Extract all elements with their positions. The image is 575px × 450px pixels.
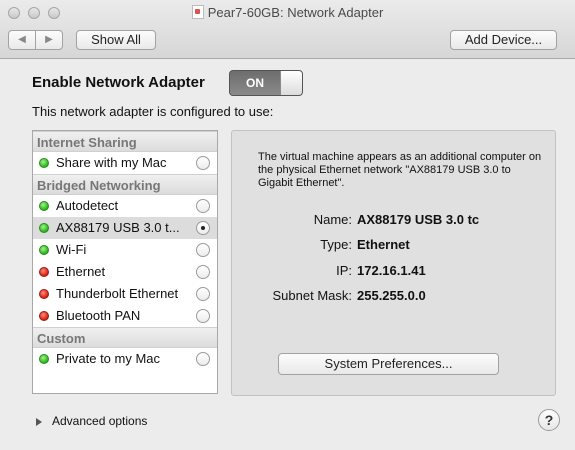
- list-item-bluetooth-pan[interactable]: Bluetooth PAN: [33, 305, 217, 327]
- ip-value: 172.16.1.41: [357, 263, 426, 278]
- name-value: AX88179 USB 3.0 tc: [357, 212, 480, 227]
- radio-button[interactable]: [196, 265, 210, 279]
- adapter-description: The virtual machine appears as an additi…: [258, 151, 542, 189]
- list-item-label: AX88179 USB 3.0 t...: [56, 220, 180, 235]
- status-green-icon: [39, 245, 49, 255]
- list-item-label: Share with my Mac: [56, 155, 167, 170]
- advanced-options-label[interactable]: Advanced options: [52, 414, 147, 428]
- show-all-button[interactable]: Show All: [76, 30, 156, 50]
- status-red-icon: [39, 267, 49, 277]
- list-item-ax88179[interactable]: AX88179 USB 3.0 t...: [33, 217, 217, 239]
- list-item-label: Bluetooth PAN: [56, 308, 141, 323]
- subnet-mask-value: 255.255.0.0: [357, 288, 426, 303]
- list-item-wi-fi[interactable]: Wi-Fi: [33, 239, 217, 261]
- list-item-label: Thunderbolt Ethernet: [56, 286, 179, 301]
- disclosure-triangle-icon[interactable]: [36, 418, 42, 426]
- list-item-label: Ethernet: [56, 264, 106, 279]
- name-label: Name:: [313, 212, 352, 227]
- status-red-icon: [39, 311, 49, 321]
- status-green-icon: [39, 201, 49, 211]
- ip-label: IP:: [336, 263, 352, 278]
- help-button[interactable]: ?: [538, 409, 560, 431]
- toggle-on-label: ON: [230, 71, 280, 95]
- type-value: Ethernet: [357, 237, 410, 252]
- status-green-icon: [39, 158, 49, 168]
- status-red-icon: [39, 289, 49, 299]
- system-preferences-button[interactable]: System Preferences...: [278, 353, 499, 375]
- radio-button[interactable]: [196, 309, 210, 323]
- list-item-private-to-my-mac[interactable]: Private to my Mac: [33, 348, 217, 370]
- chevron-right-icon: ▶: [45, 34, 53, 45]
- enable-adapter-heading: Enable Network Adapter: [32, 74, 205, 91]
- section-header-custom: Custom: [33, 327, 217, 348]
- window-title-container: Pear7-60GB: Network Adapter: [0, 5, 575, 20]
- network-source-list: Internet Sharing Share with my Mac Bridg…: [32, 130, 218, 394]
- radio-button[interactable]: [196, 352, 210, 366]
- radio-button[interactable]: [196, 287, 210, 301]
- subnet-mask-label: Subnet Mask:: [272, 288, 353, 303]
- radio-button-selected[interactable]: [196, 221, 210, 235]
- type-label: Type:: [320, 237, 352, 252]
- status-green-icon: [39, 223, 49, 233]
- document-icon: [191, 5, 204, 19]
- status-green-icon: [39, 354, 49, 364]
- list-item-autodetect[interactable]: Autodetect: [33, 195, 217, 217]
- back-forward-control: ◀ ▶: [8, 30, 64, 50]
- radio-button[interactable]: [196, 243, 210, 257]
- forward-button[interactable]: ▶: [35, 30, 63, 50]
- radio-button[interactable]: [196, 199, 210, 213]
- list-item-label: Wi-Fi: [56, 242, 87, 257]
- list-item-label: Autodetect: [56, 198, 119, 213]
- back-button[interactable]: ◀: [8, 30, 36, 50]
- list-item-label: Private to my Mac: [56, 351, 161, 366]
- add-device-button[interactable]: Add Device...: [450, 30, 557, 50]
- radio-button[interactable]: [196, 156, 210, 170]
- chevron-left-icon: ◀: [18, 34, 26, 45]
- list-item-ethernet[interactable]: Ethernet: [33, 261, 217, 283]
- list-item-thunderbolt-ethernet[interactable]: Thunderbolt Ethernet: [33, 283, 217, 305]
- list-item-share-with-my-mac[interactable]: Share with my Mac: [33, 152, 217, 174]
- title-bar: Pear7-60GB: Network Adapter ◀ ▶ Show All…: [0, 0, 575, 59]
- section-header-internet-sharing: Internet Sharing: [33, 131, 217, 152]
- enable-adapter-toggle[interactable]: ON: [229, 70, 303, 96]
- section-header-bridged-networking: Bridged Networking: [33, 174, 217, 195]
- window-title: Pear7-60GB: Network Adapter: [207, 5, 384, 20]
- toggle-knob[interactable]: [280, 71, 302, 95]
- adapter-subtitle: This network adapter is configured to us…: [32, 104, 274, 119]
